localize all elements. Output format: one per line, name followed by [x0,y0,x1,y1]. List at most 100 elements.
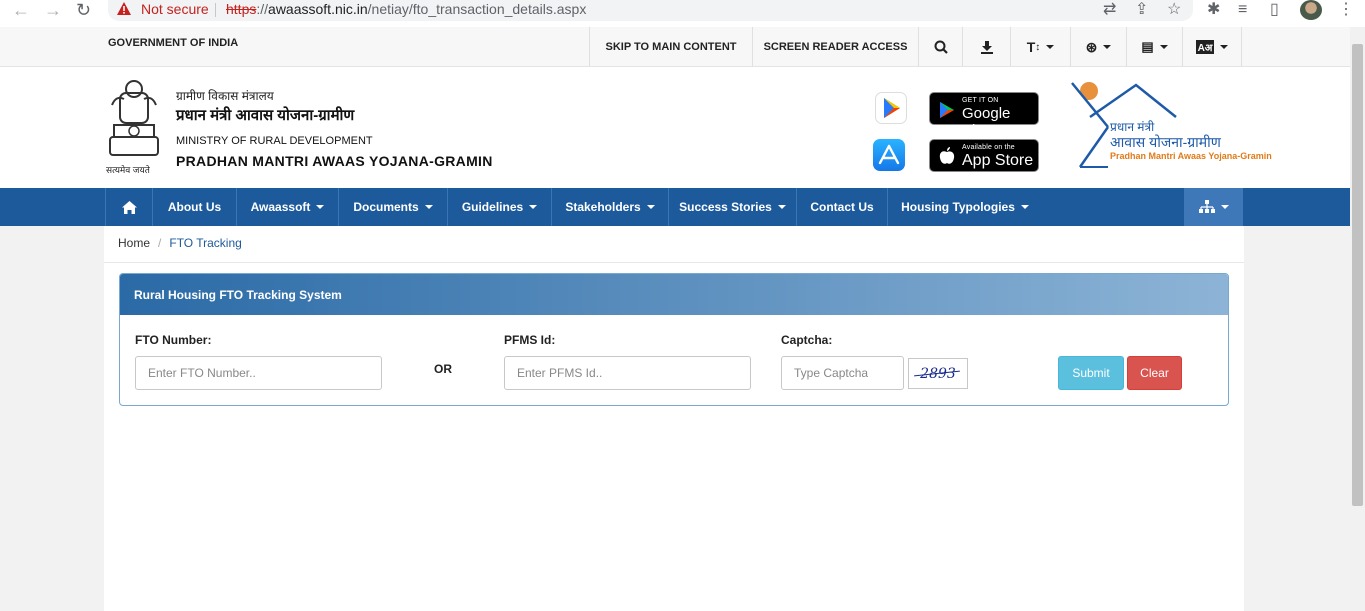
nav-documents[interactable]: Documents [339,188,448,226]
caret-down-icon [646,205,655,209]
media-icon[interactable]: ≡ [1238,0,1247,20]
reload-icon[interactable]: ↻ [76,0,91,20]
google-play-small-text: GET IT ON [962,97,999,104]
sitemap-menu-button[interactable] [1184,188,1243,226]
fto-number-label: FTO Number: [135,333,212,347]
caret-down-icon [1220,45,1229,49]
submit-button[interactable]: Submit [1058,356,1124,390]
nav-about-us[interactable]: About Us [153,188,237,226]
panel-header: Rural Housing FTO Tracking System [120,274,1228,315]
kebab-menu-icon[interactable]: ⋮ [1338,0,1354,20]
gov-strip: GOVERNMENT OF INDIA SKIP TO MAIN CONTENT… [0,27,1350,67]
nav-guidelines[interactable]: Guidelines [448,188,552,226]
nav-guidelines-label: Guidelines [461,200,524,214]
apple-icon [939,147,955,164]
caret-down-icon [529,205,538,209]
app-store-badge[interactable]: Available on the App Store [929,139,1039,172]
contrast-icon[interactable]: ⊛ [1070,27,1126,67]
nav-documents-label: Documents [353,200,419,214]
breadcrumb-separator: / [158,236,162,250]
app-store-big-text: App Store [962,152,1034,169]
caret-down-icon [1220,205,1229,209]
contrast-glyph-icon: ⊛ [1085,38,1098,55]
app-store-app-icon[interactable] [873,139,905,171]
google-play-badge[interactable]: GET IT ON Google Play [929,92,1039,139]
url-scheme: https [226,1,257,17]
nav-housing-typologies[interactable]: Housing Typologies [888,188,1042,226]
panel-title: Rural Housing FTO Tracking System [134,288,342,302]
scrollbar-thumb[interactable] [1352,44,1363,506]
url-host: awaassoft.nic.in [268,1,368,17]
not-secure-label: Not secure [141,1,209,17]
nav-success-stories-label: Success Stories [679,200,772,214]
caret-down-icon [1020,205,1029,209]
home-icon[interactable] [105,188,153,226]
nav-contact-us-label: Contact Us [810,200,874,214]
extensions-icon[interactable]: ✱ [1207,0,1220,20]
caret-down-icon [316,205,325,209]
nav-housing-typologies-label: Housing Typologies [901,200,1015,214]
pfms-id-input[interactable] [504,356,751,390]
breadcrumb-home-link[interactable]: Home [118,236,150,250]
breadcrumb-divider [104,262,1244,263]
captcha-label: Captcha: [781,333,833,347]
language-icon[interactable]: Aअ [1182,27,1242,67]
sitemap-toggle-icon[interactable]: ▤ [1126,27,1182,67]
national-emblem-icon [109,80,159,156]
breadcrumb-current: FTO Tracking [169,236,242,250]
gov-of-india-label: GOVERNMENT OF INDIA [108,37,239,49]
breadcrumb: Home / FTO Tracking [118,236,242,250]
url-path: /netiay/fto_transaction_details.aspx [367,1,587,17]
star-icon[interactable]: ☆ [1167,0,1181,20]
profile-avatar[interactable] [1300,0,1322,20]
main-navigation: About Us Awaassoft Documents Guidelines … [0,188,1350,226]
omnibox-divider [215,3,216,17]
nav-about-us-label: About Us [167,200,222,214]
or-label: OR [434,362,452,376]
screen-reader-link[interactable]: SCREEN READER ACCESS [752,27,918,67]
sitemap-icon [1198,200,1215,213]
text-size-icon[interactable]: T ↕ [1010,27,1070,67]
browser-toolbar: ← → ↻ Not secure https://awaassoft.nic.i… [0,0,1365,22]
play-store-app-icon[interactable] [875,92,907,124]
caret-down-icon [1159,45,1168,49]
scheme-title: PRADHAN MANTRI AWAAS YOJANA-GRAMIN [176,153,493,169]
nav-success-stories[interactable]: Success Stories [669,188,797,226]
google-play-icon [940,102,954,118]
app-store-small-text: Available on the [962,144,1015,151]
url-text[interactable]: https://awaassoft.nic.in/netiay/fto_tran… [226,1,586,17]
nav-awaassoft-label: Awaassoft [250,200,311,214]
pmay-logo-text-3: Pradhan Mantri Awaas Yojana-Gramin [1110,151,1272,161]
hindi-ministry-title: ग्रामीण विकास मंत्रालय [176,89,274,103]
forward-arrow-icon[interactable]: → [44,0,62,20]
caret-down-icon [1046,45,1055,49]
translate-icon[interactable]: ⇄ [1103,0,1116,20]
site-header: सत्यमेव जयते ग्रामीण विकास मंत्रालय प्रध… [0,67,1350,188]
captcha-input[interactable] [781,356,904,390]
language-glyph: Aअ [1195,40,1215,54]
fto-number-input[interactable] [135,356,382,390]
caret-down-icon [424,205,433,209]
skip-to-main-link[interactable]: SKIP TO MAIN CONTENT [589,27,752,67]
pfms-id-label: PFMS Id: [504,333,556,347]
caret-down-icon [1103,45,1112,49]
text-size-label: T [1026,39,1036,55]
download-icon[interactable] [962,27,1010,67]
hindi-scheme-title: प्रधान मंत्री आवास योजना-ग्रामीण [176,107,355,124]
ministry-title: MINISTRY OF RURAL DEVELOPMENT [176,135,373,147]
back-arrow-icon[interactable]: ← [12,0,30,20]
keyboard-glyph-icon: ▤ [1141,39,1154,54]
nav-awaassoft[interactable]: Awaassoft [237,188,339,226]
nav-contact-us[interactable]: Contact Us [797,188,888,226]
share-icon[interactable]: ⇪ [1135,0,1148,20]
url-scheme-separator: :// [256,1,269,17]
nav-stakeholders-label: Stakeholders [565,200,641,214]
emblem-motto: सत्यमेव जयते [106,165,150,175]
side-panel-icon[interactable]: ▯ [1270,0,1279,20]
pmay-logo-text-2: आवास योजना-ग्रामीण [1110,134,1221,150]
nav-stakeholders[interactable]: Stakeholders [552,188,669,226]
clear-button[interactable]: Clear [1127,356,1182,390]
google-play-big-text: Google Play [962,105,1011,139]
search-icon[interactable] [918,27,962,67]
warning-icon [117,2,131,15]
